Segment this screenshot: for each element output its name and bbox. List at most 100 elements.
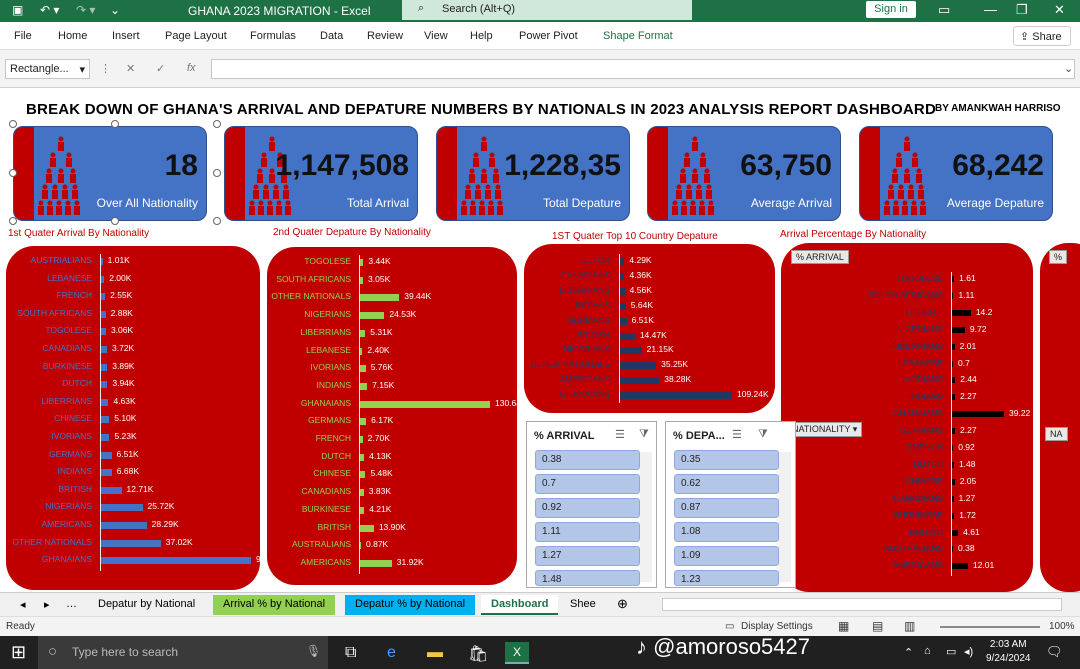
- close-icon[interactable]: ✕: [1054, 2, 1065, 18]
- slicer-item[interactable]: 1.48: [535, 570, 640, 586]
- chart-bar[interactable]: [620, 377, 660, 385]
- chart-bar[interactable]: [360, 276, 364, 284]
- chart-bar[interactable]: [360, 365, 366, 373]
- slicer-item[interactable]: 0.87: [674, 498, 779, 518]
- pivot-field-nationality[interactable]: NATIONALITY ▾: [787, 422, 863, 437]
- selection-handle[interactable]: [111, 217, 119, 225]
- menu-power-pivot[interactable]: Power Pivot: [519, 30, 578, 42]
- chart-bar[interactable]: [360, 453, 365, 461]
- undo-icon[interactable]: ↶ ▾: [40, 3, 59, 17]
- menu-page-layout[interactable]: Page Layout: [165, 30, 227, 42]
- chart-bar[interactable]: [952, 445, 954, 451]
- menu-insert[interactable]: Insert: [112, 30, 140, 42]
- slicer-arrival[interactable]: % ARRIVAL ☰ ⧩ 0.38 0.7 0.92 1.11 1.27 1.…: [526, 421, 657, 588]
- chart-bar[interactable]: [620, 362, 657, 370]
- pivot-field-na-cut[interactable]: NA: [1045, 427, 1068, 441]
- chart-bar[interactable]: [952, 276, 955, 282]
- chart-bar[interactable]: [952, 495, 954, 502]
- slicer-item[interactable]: 1.11: [535, 522, 640, 542]
- menu-home[interactable]: Home: [58, 30, 87, 42]
- minimize-icon[interactable]: —: [984, 2, 997, 17]
- cancel-icon[interactable]: ✕: [126, 62, 135, 75]
- slicer-item[interactable]: 1.27: [535, 546, 640, 566]
- task-view-icon[interactable]: ⧉: [345, 644, 356, 662]
- chart-bar[interactable]: [360, 382, 368, 390]
- name-box[interactable]: Rectangle... ▾: [5, 59, 90, 79]
- redo-icon[interactable]: ↷ ▾: [76, 3, 95, 17]
- slicer-item[interactable]: 1.09: [674, 546, 779, 566]
- chart-bar[interactable]: [620, 347, 642, 355]
- selection-handle[interactable]: [9, 169, 17, 177]
- slicer-scrollbar[interactable]: [779, 452, 791, 582]
- battery-icon[interactable]: ▭: [946, 645, 956, 658]
- add-sheet-icon[interactable]: ⊕: [617, 596, 628, 612]
- slicer-item[interactable]: 0.38: [535, 450, 640, 470]
- chart-bar[interactable]: [101, 416, 110, 424]
- scroll-left-icon[interactable]: ◂: [20, 598, 26, 611]
- chart-bar[interactable]: [360, 542, 361, 550]
- chart-bar[interactable]: [952, 309, 971, 316]
- chart-bar[interactable]: [620, 258, 625, 265]
- chart-bar[interactable]: [952, 360, 953, 367]
- chart-bar[interactable]: [360, 329, 366, 337]
- chart-bar[interactable]: [101, 486, 122, 494]
- chart-bar[interactable]: [101, 398, 109, 406]
- multi-select-icon[interactable]: ☰: [732, 428, 742, 441]
- kpi-card[interactable]: 63,750 Average Arrival: [647, 126, 841, 221]
- system-clock[interactable]: 2:03 AM 9/24/2024: [986, 638, 1031, 666]
- share-button[interactable]: ⇪ Share: [1013, 26, 1071, 46]
- chart-bar[interactable]: [360, 418, 367, 426]
- clear-filter-icon[interactable]: ⧩: [758, 428, 768, 441]
- chart-bar[interactable]: [952, 428, 955, 435]
- store-icon[interactable]: 🛍: [468, 644, 488, 664]
- zoom-slider[interactable]: [940, 626, 1040, 628]
- chart3-panel[interactable]: DUTCH 4.29K CANADIANS 4.36K LIBERRIANS 4.56K I…: [524, 244, 775, 413]
- chart-bar[interactable]: [620, 272, 625, 280]
- selection-handle[interactable]: [213, 169, 221, 177]
- pivot-field-cut[interactable]: %: [1049, 250, 1068, 264]
- clear-filter-icon[interactable]: ⧩: [639, 428, 649, 441]
- menu-formulas[interactable]: Formulas: [250, 30, 296, 42]
- edge-icon[interactable]: e: [387, 644, 396, 662]
- slicer-item[interactable]: 1.23: [674, 570, 779, 586]
- zoom-level[interactable]: 100%: [1049, 621, 1075, 632]
- chart-bar[interactable]: [360, 524, 374, 532]
- formula-input[interactable]: [211, 59, 1075, 79]
- chart-bar[interactable]: [952, 326, 965, 333]
- chart-bar[interactable]: [360, 294, 400, 302]
- menu-shape-format[interactable]: Shape Format: [603, 30, 673, 42]
- menu-view[interactable]: View: [424, 30, 448, 42]
- chart5-panel-cut[interactable]: [1040, 243, 1080, 592]
- chart-bar[interactable]: [360, 400, 490, 408]
- chart2-panel[interactable]: TOGOLESE 3.44K SOUTH AFRICANS 3.05K OTHER NA…: [267, 247, 517, 585]
- chart-bar[interactable]: [952, 546, 953, 553]
- display-settings-icon[interactable]: ▭: [725, 621, 734, 632]
- chart-bar[interactable]: [101, 258, 103, 265]
- sign-in-button[interactable]: Sign in: [866, 1, 916, 18]
- chart-bar[interactable]: [360, 559, 392, 567]
- chart-bar[interactable]: [101, 293, 106, 301]
- chart-bar[interactable]: [952, 563, 968, 570]
- chart-bar[interactable]: [101, 451, 112, 459]
- kpi-card[interactable]: 18 Over All Nationality: [13, 126, 207, 221]
- windows-start-icon[interactable]: ⊞: [11, 642, 26, 663]
- tab-arrival-pct[interactable]: Arrival % by National: [213, 595, 336, 615]
- file-explorer-icon[interactable]: ▬: [427, 644, 443, 662]
- tab-dashboard[interactable]: Dashboard: [481, 595, 559, 615]
- selection-handle[interactable]: [9, 120, 17, 128]
- chart-bar[interactable]: [360, 312, 385, 320]
- excel-app-icon[interactable]: X: [505, 642, 529, 664]
- selection-handle[interactable]: [213, 120, 221, 128]
- customize-quick-access-icon[interactable]: ⌄: [110, 3, 120, 17]
- scroll-right-icon[interactable]: ▸: [44, 598, 50, 611]
- chart-bar[interactable]: [101, 363, 108, 371]
- chart-bar[interactable]: [620, 287, 625, 295]
- slicer-scrollbar[interactable]: [640, 452, 652, 582]
- chart-bar[interactable]: [620, 302, 626, 310]
- selection-handle[interactable]: [9, 217, 17, 225]
- chart-bar[interactable]: [360, 471, 366, 479]
- chart-bar[interactable]: [360, 259, 364, 266]
- chart-bar[interactable]: [620, 317, 627, 325]
- chart-bar[interactable]: [952, 394, 955, 401]
- pivot-field-arrival[interactable]: % ARRIVAL: [791, 250, 849, 264]
